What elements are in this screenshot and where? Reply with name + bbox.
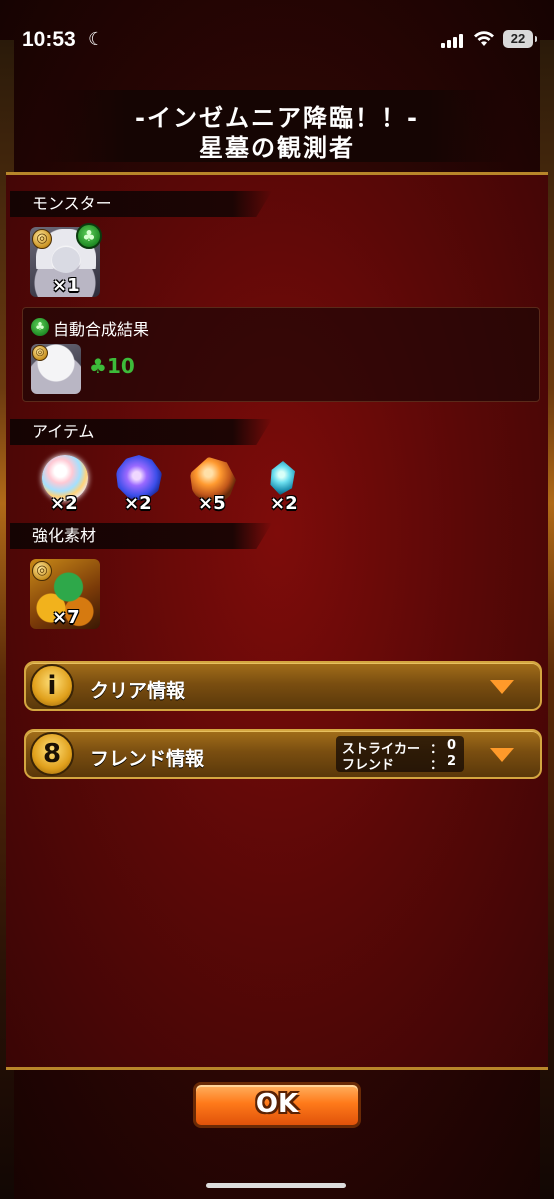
friend-info-label: フレンド情報 [90, 748, 205, 770]
cyan-crystal-icon[interactable] [270, 461, 295, 495]
friend-value: 2 [446, 754, 456, 769]
result-panel: モンスター ◎ ×1 ♣ ♣ 自動合成結果 ◎ ♣10 アイテム ×2 ×2 ×… [6, 172, 548, 1070]
auto-synthesis-box: ♣ 自動合成結果 ◎ ♣10 [22, 307, 540, 402]
status-time: 10:53 [22, 28, 76, 51]
item-count: ×2 [50, 493, 78, 514]
coin-icon: ◎ [32, 229, 52, 249]
luck-value: 10 [106, 354, 135, 378]
quest-subtitle: 星墓の観測者 [199, 134, 355, 162]
ok-button[interactable]: OK [193, 1082, 361, 1128]
wifi-icon [474, 31, 494, 46]
clear-info-label: クリア情報 [90, 680, 186, 702]
item-count: ×2 [124, 493, 152, 514]
material-count: ×7 [52, 607, 80, 628]
item-count: ×5 [198, 493, 226, 514]
monster-face [52, 247, 80, 273]
battery-indicator: 22 [503, 30, 537, 48]
friend-stats: ストライカー ： 0 フレンド ： 2 [336, 736, 464, 773]
clover-icon: ♣ [31, 318, 49, 336]
section-header-items: アイテム [10, 419, 272, 445]
signal-icon [441, 32, 463, 48]
item-count: ×2 [270, 493, 298, 514]
section-header-monster: モンスター [10, 191, 272, 217]
coin-icon: ◎ [32, 345, 48, 361]
material-tile[interactable]: ◎ ×7 [30, 559, 100, 629]
clover-icon: ♣ [76, 223, 102, 249]
striker-value: 0 [446, 738, 456, 753]
synthesis-monster-tile[interactable]: ◎ [31, 344, 81, 394]
section-header-materials: 強化素材 [10, 523, 272, 549]
auto-synthesis-title: 自動合成結果 [53, 320, 150, 339]
clear-info-bar[interactable]: i クリア情報 [24, 661, 542, 711]
monster-count: ×1 [52, 275, 80, 296]
home-indicator[interactable] [206, 1183, 346, 1188]
info-icon: i [30, 664, 74, 708]
friend-info-bar[interactable]: 8 フレンド情報 ストライカー ： 0 フレンド ： 2 [24, 729, 542, 779]
clover-icon: ♣ [89, 354, 107, 378]
auto-synthesis-value: ♣10 [89, 354, 135, 378]
status-bar: 10:53 ☾ 22 [0, 0, 554, 80]
moon-icon: ☾ [88, 29, 105, 49]
quest-title-banner: -インゼムニア降臨！！- 星墓の観測者 [40, 90, 514, 162]
friend-label: フレンド [342, 758, 395, 773]
friend-icon: 8 [30, 732, 74, 776]
coin-icon: ◎ [32, 561, 52, 581]
chevron-down-icon [490, 748, 514, 762]
chevron-down-icon [490, 680, 514, 694]
